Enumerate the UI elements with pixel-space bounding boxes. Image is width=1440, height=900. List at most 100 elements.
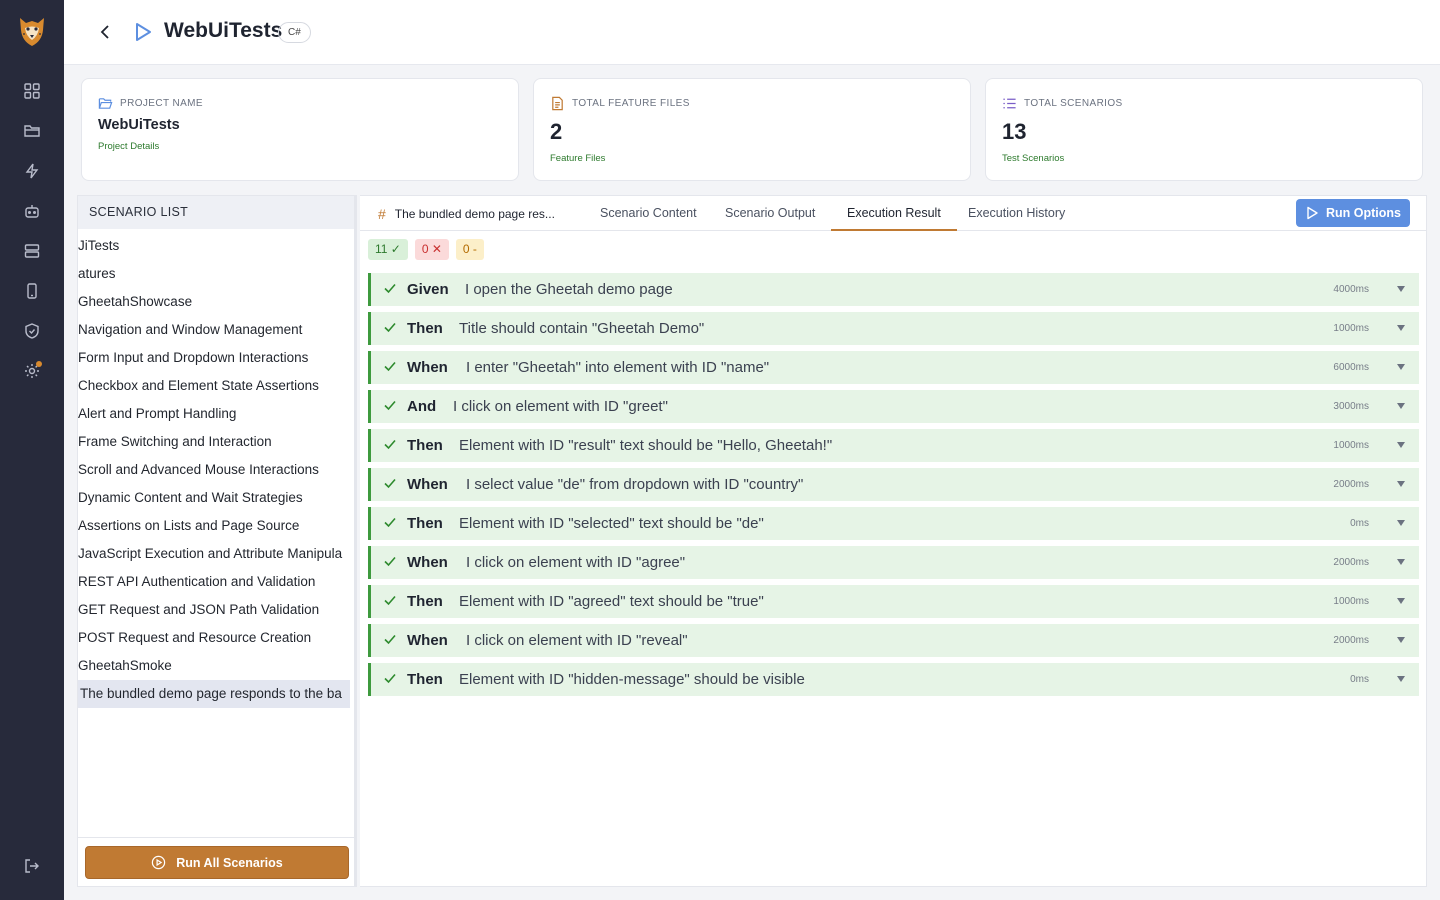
step-duration: 1000ms <box>1333 323 1369 334</box>
feature-files-caption: Feature Files <box>550 153 606 164</box>
dashboard-icon[interactable] <box>21 80 43 102</box>
cheetah-logo-icon[interactable] <box>16 14 48 48</box>
caret-down-icon[interactable] <box>1396 323 1406 333</box>
step-duration: 0ms <box>1350 518 1369 529</box>
caret-down-icon[interactable] <box>1396 284 1406 294</box>
step-keyword: And <box>407 398 437 415</box>
logout-icon[interactable] <box>21 855 43 877</box>
caret-down-icon[interactable] <box>1396 674 1406 684</box>
scenario-list-item[interactable]: GheetahSmoke <box>78 652 350 680</box>
step-row[interactable]: When I select value "de" from dropdown wi… <box>368 468 1419 501</box>
step-duration: 6000ms <box>1333 362 1369 373</box>
divider <box>78 837 354 838</box>
project-details-link[interactable]: Project Details <box>98 141 159 152</box>
scenario-list-item[interactable]: Form Input and Dropdown Interactions <box>78 344 350 372</box>
step-text: Title should contain "Gheetah Demo" <box>459 320 705 337</box>
scenario-detail-panel: # The bundled demo page res... Scenario … <box>360 195 1427 887</box>
tab-scenario-content[interactable]: Scenario Content <box>584 196 713 231</box>
check-icon <box>384 400 396 411</box>
caret-down-icon[interactable] <box>1396 479 1406 489</box>
step-row[interactable]: Then Element with ID "selected" text shou… <box>368 507 1419 540</box>
step-text: I open the Gheetah demo page <box>465 281 673 298</box>
list-icon <box>1003 98 1016 109</box>
step-keyword: Then <box>407 671 443 688</box>
scenario-list-item[interactable]: GET Request and JSON Path Validation <box>78 596 350 624</box>
caret-down-icon[interactable] <box>1396 440 1406 450</box>
caret-down-icon[interactable] <box>1396 635 1406 645</box>
feature-files-count: 2 <box>550 119 563 144</box>
tab-scenario-output[interactable]: Scenario Output <box>709 196 831 231</box>
caret-down-icon[interactable] <box>1396 362 1406 372</box>
step-duration: 2000ms <box>1333 557 1369 568</box>
card-label: TOTAL FEATURE FILES <box>572 98 690 109</box>
tab-execution-result[interactable]: Execution Result <box>831 196 957 231</box>
run-all-scenarios-button[interactable]: Run All Scenarios <box>85 846 349 879</box>
step-row[interactable]: When I click on element with ID "agree" 20… <box>368 546 1419 579</box>
scenario-list-item[interactable]: Assertions on Lists and Page Source <box>78 512 350 540</box>
scenario-list-item[interactable]: The bundled demo page responds to the ba <box>78 680 350 708</box>
tab-execution-history[interactable]: Execution History <box>952 196 1081 231</box>
lightning-icon[interactable] <box>21 160 43 182</box>
failed-count-badge: 0 ✕ <box>414 239 449 260</box>
scenario-list-item[interactable]: JiTests <box>78 232 350 260</box>
check-icon <box>384 556 396 567</box>
tab-feature[interactable]: # The bundled demo page res... <box>378 206 555 222</box>
scenario-list-item[interactable]: Frame Switching and Interaction <box>78 428 350 456</box>
scenario-list-item[interactable]: Checkbox and Element State Assertions <box>78 372 350 400</box>
header-bar: WebUiTests C# <box>64 0 1440 65</box>
run-options-button[interactable]: Run Options <box>1296 199 1410 227</box>
step-text: I click on element with ID "greet" <box>453 398 668 415</box>
step-row[interactable]: Given I open the Gheetah demo page 4000ms <box>368 273 1419 306</box>
scenario-list-item[interactable]: POST Request and Resource Creation <box>78 624 350 652</box>
server-icon[interactable] <box>21 240 43 262</box>
language-badge: C# <box>278 22 311 43</box>
step-keyword: Then <box>407 437 443 454</box>
caret-down-icon[interactable] <box>1396 518 1406 528</box>
step-row[interactable]: Then Title should contain "Gheetah Demo" 1… <box>368 312 1419 345</box>
feature-tab-label: The bundled demo page res... <box>394 207 555 221</box>
scenario-list-item[interactable]: Alert and Prompt Handling <box>78 400 350 428</box>
step-row[interactable]: When I click on element with ID "reveal" 2… <box>368 624 1419 657</box>
step-row[interactable]: Then Element with ID "result" text should… <box>368 429 1419 462</box>
step-duration: 2000ms <box>1333 635 1369 646</box>
scenarios-card: TOTAL SCENARIOS 13 Test Scenarios <box>985 78 1423 181</box>
check-icon <box>384 322 396 333</box>
scenario-list-item[interactable]: Scroll and Advanced Mouse Interactions <box>78 456 350 484</box>
step-row[interactable]: Then Element with ID "agreed" text should… <box>368 585 1419 618</box>
shield-icon[interactable] <box>21 320 43 342</box>
side-rail <box>0 0 64 900</box>
folder-icon[interactable] <box>21 120 43 142</box>
step-text: Element with ID "result" text should be … <box>459 437 833 454</box>
file-icon <box>552 96 563 111</box>
folder-open-icon <box>98 98 113 109</box>
run-options-label: Run Options <box>1326 206 1401 220</box>
scenario-list-item[interactable]: JavaScript Execution and Attribute Manip… <box>78 540 350 568</box>
check-icon <box>384 439 396 450</box>
robot-icon[interactable] <box>21 200 43 222</box>
step-keyword: When <box>407 476 448 493</box>
scenario-list-panel: SCENARIO LIST JiTests atures GheetahShowca… <box>77 195 357 887</box>
scenario-list-item[interactable]: Navigation and Window Management <box>78 316 350 344</box>
step-keyword: When <box>407 554 448 571</box>
scenarios-caption: Test Scenarios <box>1002 153 1065 164</box>
back-button[interactable] <box>96 21 114 43</box>
caret-down-icon[interactable] <box>1396 557 1406 567</box>
step-row[interactable]: When I enter "Gheetah" into element with … <box>368 351 1419 384</box>
step-row[interactable]: Then Element with ID "hidden-message" sho… <box>368 663 1419 696</box>
feature-files-card: TOTAL FEATURE FILES 2 Feature Files <box>533 78 971 181</box>
step-row[interactable]: And I click on element with ID "greet" 300… <box>368 390 1419 423</box>
chevron-left-icon <box>100 25 109 39</box>
passed-count-badge: 11 ✓ <box>368 239 408 260</box>
mobile-icon[interactable] <box>21 280 43 302</box>
scenario-list-item[interactable]: REST API Authentication and Validation <box>78 568 350 596</box>
scenario-list-item[interactable]: atures <box>78 260 350 288</box>
card-header: TOTAL FEATURE FILES <box>550 96 690 111</box>
scenarios-count: 13 <box>1002 119 1027 144</box>
caret-down-icon[interactable] <box>1396 401 1406 411</box>
card-label: TOTAL SCENARIOS <box>1024 98 1123 109</box>
step-keyword: Then <box>407 320 443 337</box>
scenario-list-item[interactable]: GheetahShowcase <box>78 288 350 316</box>
gear-icon[interactable] <box>21 360 43 382</box>
scenario-list-item[interactable]: Dynamic Content and Wait Strategies <box>78 484 350 512</box>
caret-down-icon[interactable] <box>1396 596 1406 606</box>
